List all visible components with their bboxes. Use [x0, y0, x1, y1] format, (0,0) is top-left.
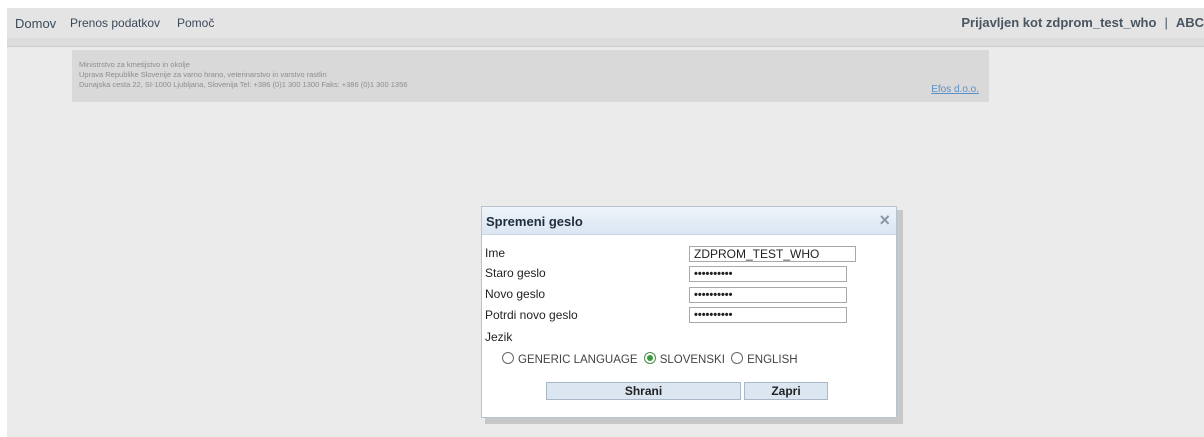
organization-info-box: Ministrstvo za kmetijstvo in okolje Upra…	[72, 50, 989, 102]
old-password-label: Staro geslo	[485, 266, 546, 280]
info-line-ministry: Ministrstvo za kmetijstvo in okolje	[79, 60, 190, 69]
separator: |	[1164, 15, 1168, 30]
nav-help[interactable]: Pomoč	[177, 16, 214, 30]
old-password-field[interactable]	[689, 266, 847, 282]
radio-label-slovenski[interactable]: SLOVENSKI	[660, 354, 725, 366]
change-password-dialog: Spremeni geslo × Ime Staro geslo Novo ge…	[481, 206, 897, 418]
radio-label-english[interactable]: ENGLISH	[747, 354, 798, 366]
confirm-password-field[interactable]	[689, 307, 847, 323]
dialog-title: Spremeni geslo	[486, 214, 583, 229]
logged-in-label: Prijavljen kot zdprom_test_who	[961, 15, 1157, 30]
close-icon[interactable]: ×	[879, 211, 890, 229]
language-label: Jezik	[485, 330, 513, 344]
sub-bar	[7, 38, 1204, 47]
new-password-field[interactable]	[689, 287, 847, 303]
language-radio-group: GENERIC LANGUAGE SLOVENSKI ENGLISH	[502, 352, 801, 366]
vendor-link[interactable]: Efos d.o.o.	[931, 84, 979, 95]
nav-home[interactable]: Domov	[15, 16, 56, 31]
save-button[interactable]: Shrani	[546, 382, 741, 400]
nav-data-transfer[interactable]: Prenos podatkov	[70, 16, 160, 30]
name-label: Ime	[485, 246, 506, 260]
radio-slovenski[interactable]	[643, 352, 656, 364]
dialog-header[interactable]: Spremeni geslo ×	[482, 207, 896, 235]
radio-generic-language[interactable]	[502, 352, 514, 364]
confirm-password-label: Potrdi novo geslo	[485, 308, 578, 322]
name-field[interactable]	[689, 246, 856, 262]
new-password-label: Novo geslo	[485, 287, 546, 301]
close-button[interactable]: Zapri	[744, 382, 828, 400]
info-line-administration: Uprava Republike Slovenije za varno hran…	[79, 70, 327, 79]
radio-label-generic-language[interactable]: GENERIC LANGUAGE	[518, 354, 638, 366]
radio-english[interactable]	[731, 352, 744, 364]
user-info: Prijavljen kot zdprom_test_who | ABC	[961, 15, 1204, 30]
user-extra[interactable]: ABC	[1176, 15, 1204, 30]
info-line-address: Dunajska cesta 22, SI-1000 Ljubljana, Sl…	[79, 80, 408, 89]
